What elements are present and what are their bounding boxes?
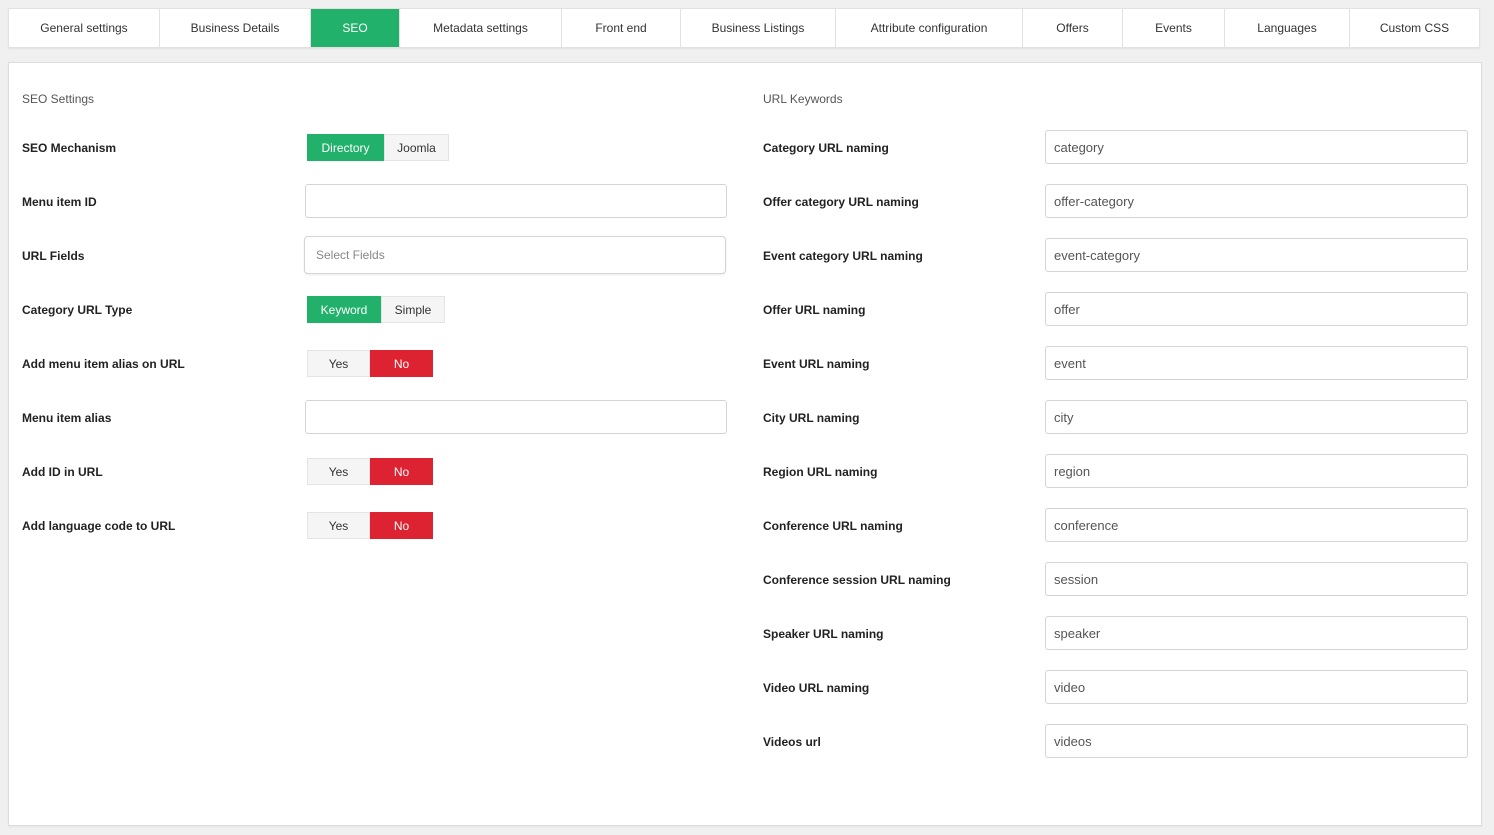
keyword-label: Conference session URL naming xyxy=(763,573,951,587)
add-id-yes-option[interactable]: Yes xyxy=(307,458,370,485)
seo-mechanism-label: SEO Mechanism xyxy=(22,141,117,155)
category-url-type-toggle: Keyword Simple xyxy=(307,296,445,323)
tab-events[interactable]: Events xyxy=(1123,9,1225,47)
speaker-url-naming-input[interactable] xyxy=(1045,616,1468,650)
tab-business-listings[interactable]: Business Listings xyxy=(681,9,836,47)
menu-item-alias-label: Menu item alias xyxy=(22,411,112,425)
seo-mechanism-toggle: Directory Joomla xyxy=(307,134,449,161)
add-menu-alias-yes-option[interactable]: Yes xyxy=(307,350,370,377)
category-url-naming-input[interactable] xyxy=(1045,130,1468,164)
tab-offers[interactable]: Offers xyxy=(1023,9,1123,47)
conference-session-url-naming-input[interactable] xyxy=(1045,562,1468,596)
category-url-type-simple-option[interactable]: Simple xyxy=(381,296,445,323)
tab-languages[interactable]: Languages xyxy=(1225,9,1350,47)
menu-item-id-input[interactable] xyxy=(305,184,727,218)
tab-business-details[interactable]: Business Details xyxy=(160,9,311,47)
add-lang-toggle: Yes No xyxy=(307,512,433,539)
category-url-type-keyword-option[interactable]: Keyword xyxy=(307,296,381,323)
keyword-label: Conference URL naming xyxy=(763,519,903,533)
settings-tabs: General settings Business Details SEO Me… xyxy=(8,8,1480,48)
seo-mechanism-joomla-option[interactable]: Joomla xyxy=(384,134,449,161)
region-url-naming-input[interactable] xyxy=(1045,454,1468,488)
keyword-label: City URL naming xyxy=(763,411,860,425)
tab-seo[interactable]: SEO xyxy=(311,9,400,47)
keyword-label: Region URL naming xyxy=(763,465,878,479)
tab-general-settings[interactable]: General settings xyxy=(9,9,160,47)
keyword-label: Event category URL naming xyxy=(763,249,923,263)
tab-custom-css[interactable]: Custom CSS xyxy=(1350,9,1479,47)
add-id-label: Add ID in URL xyxy=(22,465,103,479)
event-url-naming-input[interactable] xyxy=(1045,346,1468,380)
add-id-toggle: Yes No xyxy=(307,458,433,485)
keyword-label: Videos url xyxy=(763,735,821,749)
url-fields-label: URL Fields xyxy=(22,249,85,263)
url-fields-select[interactable]: Select Fields xyxy=(304,236,726,274)
menu-item-id-label: Menu item ID xyxy=(22,195,97,209)
city-url-naming-input[interactable] xyxy=(1045,400,1468,434)
keyword-label: Offer URL naming xyxy=(763,303,866,317)
keyword-label: Video URL naming xyxy=(763,681,870,695)
keyword-label: Offer category URL naming xyxy=(763,195,919,209)
add-lang-yes-option[interactable]: Yes xyxy=(307,512,370,539)
videos-url-input[interactable] xyxy=(1045,724,1468,758)
event-category-url-naming-input[interactable] xyxy=(1045,238,1468,272)
tab-front-end[interactable]: Front end xyxy=(562,9,681,47)
keyword-label: Event URL naming xyxy=(763,357,870,371)
menu-item-alias-input[interactable] xyxy=(305,400,727,434)
seo-settings-title: SEO Settings xyxy=(22,92,95,106)
keyword-label: Speaker URL naming xyxy=(763,627,884,641)
video-url-naming-input[interactable] xyxy=(1045,670,1468,704)
keyword-label: Category URL naming xyxy=(763,141,889,155)
add-lang-label: Add language code to URL xyxy=(22,519,176,533)
add-lang-no-option[interactable]: No xyxy=(370,512,433,539)
offer-url-naming-input[interactable] xyxy=(1045,292,1468,326)
add-id-no-option[interactable]: No xyxy=(370,458,433,485)
add-menu-alias-no-option[interactable]: No xyxy=(370,350,433,377)
offer-category-url-naming-input[interactable] xyxy=(1045,184,1468,218)
seo-mechanism-directory-option[interactable]: Directory xyxy=(307,134,384,161)
add-menu-alias-label: Add menu item alias on URL xyxy=(22,357,185,371)
add-menu-alias-toggle: Yes No xyxy=(307,350,433,377)
tab-metadata-settings[interactable]: Metadata settings xyxy=(400,9,562,47)
category-url-type-label: Category URL Type xyxy=(22,303,133,317)
url-keywords-title: URL Keywords xyxy=(763,92,843,106)
seo-panel: SEO Settings SEO Mechanism Directory Joo… xyxy=(8,62,1482,826)
tab-attribute-configuration[interactable]: Attribute configuration xyxy=(836,9,1023,47)
conference-url-naming-input[interactable] xyxy=(1045,508,1468,542)
url-fields-placeholder: Select Fields xyxy=(316,248,385,262)
